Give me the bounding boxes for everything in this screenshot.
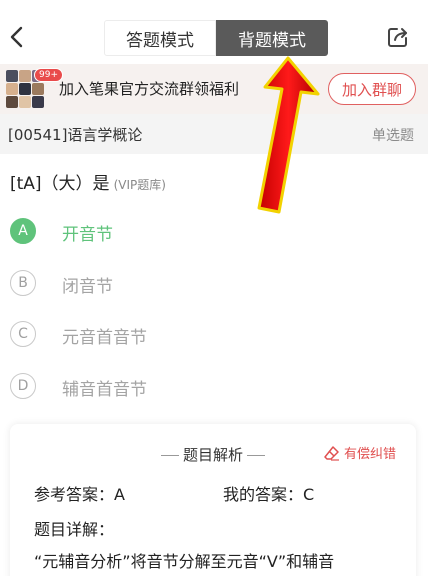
avatar: [6, 70, 18, 82]
tab-answer-mode[interactable]: 答题模式: [104, 20, 216, 56]
option-d[interactable]: D 辅音首音节: [10, 373, 310, 401]
question-text: [tA]（大）是: [10, 174, 110, 194]
option-letter: C: [10, 321, 36, 347]
chevron-left-icon: [10, 26, 23, 48]
analysis-title-text: 题目解析: [182, 446, 243, 464]
option-text: 开音节: [62, 225, 113, 245]
divider: [160, 455, 179, 456]
banner-text: 加入笔果官方交流群领福利: [59, 80, 240, 98]
avatar: [32, 83, 44, 95]
vip-tag: (VIP题库): [113, 178, 166, 192]
avatar: [19, 70, 31, 82]
avatar: [19, 96, 31, 108]
subject-name: [00541]语言学概论: [8, 126, 143, 144]
question-stem: [tA]（大）是 (VIP题库): [10, 169, 166, 194]
option-letter: B: [10, 270, 36, 296]
question-type-label: 单选题: [372, 128, 414, 144]
option-text: 元音首音节: [62, 328, 147, 348]
detail-text: “元辅音分析”将音节分解至元音“V”和辅音: [34, 552, 335, 571]
group-banner[interactable]: 99+ 加入笔果官方交流群领福利 加入群聊: [0, 64, 428, 114]
report-error-label: 有偿纠错: [343, 447, 396, 462]
eraser-icon: [324, 445, 339, 461]
divider: [247, 455, 265, 456]
option-letter: D: [10, 373, 36, 399]
reference-answer: 参考答案：A: [34, 485, 125, 504]
detail-label: 题目详解：: [34, 520, 115, 539]
my-answer: 我的答案：C: [223, 485, 315, 504]
report-error-link[interactable]: 有偿纠错: [324, 443, 396, 462]
option-letter: A: [10, 218, 36, 244]
avatar: [6, 96, 18, 108]
share-button[interactable]: [386, 25, 410, 49]
option-c[interactable]: C 元音首音节: [10, 321, 310, 349]
option-text: 辅音首音节: [62, 380, 147, 400]
tab-recite-mode[interactable]: 背题模式: [216, 20, 328, 56]
avatar: [32, 96, 44, 108]
back-button[interactable]: [6, 22, 28, 52]
option-a[interactable]: A 开音节: [10, 218, 310, 246]
top-bar: 答题模式 背题模式: [0, 0, 428, 70]
avatar: [6, 83, 18, 95]
avatar: [19, 83, 31, 95]
join-group-button[interactable]: 加入群聊: [328, 73, 416, 105]
share-icon: [388, 28, 407, 47]
mode-switch: 答题模式 背题模式: [104, 20, 328, 56]
analysis-card: 题目解析 有偿纠错 参考答案：A 我的答案：C 题目详解： “元辅音分析”将音节…: [10, 424, 416, 576]
subject-bar: [00541]语言学概论 单选题: [0, 114, 428, 154]
option-b[interactable]: B 闭音节: [10, 270, 310, 298]
option-text: 闭音节: [62, 277, 113, 297]
